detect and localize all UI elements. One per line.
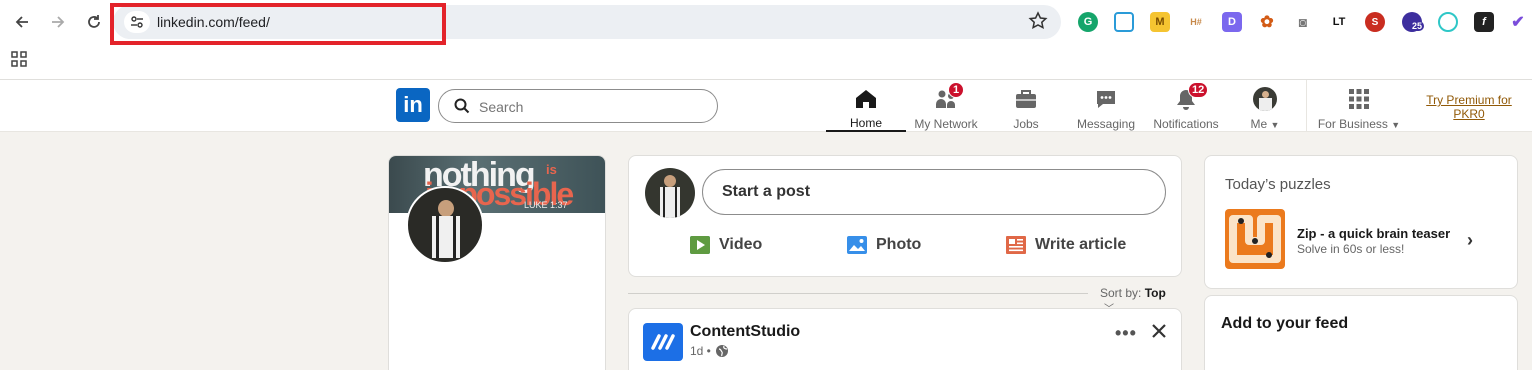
- d-icon[interactable]: D: [1222, 12, 1242, 32]
- video-icon: [690, 236, 710, 254]
- home-icon: [853, 86, 879, 111]
- graduation-icon[interactable]: 25: [1402, 12, 1425, 32]
- bell-icon: 12: [1173, 82, 1209, 112]
- apps-grid-icon[interactable]: [10, 50, 28, 73]
- feed-post-card: ContentStudio 1d • •••: [628, 308, 1182, 370]
- post-composer-card: Start a post Video Photo Write article: [628, 155, 1182, 277]
- composer-avatar[interactable]: [645, 168, 695, 218]
- article-label: Write article: [1035, 236, 1127, 253]
- screenshot-icon[interactable]: [1114, 12, 1134, 32]
- browser-toolbar: linkedin.com/feed/ G M H# D ✿ ◙ LT S 25 …: [0, 0, 1532, 80]
- nav-home-label: Home: [849, 116, 882, 130]
- close-icon[interactable]: [1149, 321, 1169, 346]
- f-icon[interactable]: f: [1474, 12, 1494, 32]
- nav-me-label: Me ▼: [1250, 117, 1280, 131]
- post-time: 1d •: [690, 344, 711, 358]
- flower-icon[interactable]: ✿: [1257, 12, 1277, 32]
- message-icon: [1093, 86, 1119, 112]
- smile-icon[interactable]: [1438, 12, 1458, 32]
- sort-value: Top: [1144, 286, 1166, 300]
- back-button[interactable]: [11, 11, 33, 33]
- notifications-badge: 12: [1188, 82, 1209, 98]
- nav-home[interactable]: Home: [826, 80, 906, 132]
- nav-my-network[interactable]: 1 My Network: [906, 80, 986, 132]
- caret-down-icon: ▼: [1270, 120, 1280, 130]
- try-premium-link[interactable]: Try Premium for PKR0: [1413, 93, 1525, 121]
- grammarly-icon[interactable]: G: [1078, 12, 1098, 32]
- sort-label: Sort by:: [1100, 286, 1142, 300]
- reload-button[interactable]: [83, 11, 105, 33]
- article-icon: [1006, 236, 1026, 254]
- post-author[interactable]: ContentStudio: [690, 323, 800, 341]
- m-icon[interactable]: M: [1150, 12, 1170, 32]
- nav-notifications[interactable]: 12 Notifications: [1146, 80, 1226, 132]
- photo-button[interactable]: Photo: [847, 236, 921, 254]
- search-input[interactable]: [479, 97, 699, 117]
- add-to-feed-card: Add to your feed: [1204, 295, 1518, 370]
- nav-messaging[interactable]: Messaging: [1066, 80, 1146, 132]
- header-divider: [1306, 80, 1307, 132]
- grid-icon: [1346, 86, 1372, 112]
- puzzles-card: Today’s puzzles Zip - a quick brain teas…: [1204, 155, 1518, 289]
- profile-avatar[interactable]: [406, 186, 484, 264]
- bookmark-star-icon[interactable]: [1028, 11, 1048, 36]
- zip-game-name[interactable]: Zip - a quick brain teaser: [1297, 226, 1450, 241]
- zip-game-subtitle: Solve in 60s or less!: [1297, 242, 1405, 256]
- avatar: [1252, 86, 1278, 112]
- video-button[interactable]: Video: [690, 236, 762, 254]
- nav-jobs[interactable]: Jobs: [986, 80, 1066, 132]
- search-box[interactable]: [438, 89, 718, 123]
- photo-icon: [847, 236, 867, 254]
- nav-messaging-label: Messaging: [1076, 117, 1136, 131]
- write-article-button[interactable]: Write article: [1006, 236, 1126, 254]
- network-badge: 1: [948, 82, 964, 98]
- seo-icon[interactable]: S: [1365, 12, 1385, 32]
- briefcase-icon: [1013, 86, 1039, 112]
- photo-label: Photo: [876, 236, 922, 253]
- check-icon[interactable]: ✔: [1508, 12, 1528, 32]
- forward-arrow-icon: [52, 16, 65, 28]
- chevron-right-icon[interactable]: ›: [1467, 230, 1473, 251]
- reload-icon: [88, 15, 100, 28]
- start-post-button[interactable]: Start a post: [702, 169, 1166, 215]
- video-label: Video: [719, 236, 763, 253]
- sort-divider: [628, 293, 1088, 294]
- nav-network-label: My Network: [914, 117, 978, 131]
- globe-icon: [715, 345, 728, 357]
- people-icon: 1: [933, 82, 964, 112]
- forward-button[interactable]: [47, 11, 69, 33]
- banner-is: is: [546, 162, 557, 177]
- nav-jobs-label: Jobs: [1013, 117, 1039, 131]
- nav-notifications-label: Notifications: [1153, 117, 1219, 131]
- back-arrow-icon: [15, 16, 28, 28]
- lt-icon[interactable]: LT: [1329, 12, 1349, 32]
- hashtag-icon[interactable]: H#: [1186, 12, 1206, 32]
- puzzles-title: Today’s puzzles: [1225, 176, 1331, 193]
- zip-game-icon[interactable]: [1225, 209, 1285, 269]
- banner-reference: LUKE 1:37: [524, 200, 568, 210]
- address-highlight-box: [110, 3, 446, 45]
- nav-for-business[interactable]: For Business ▼: [1314, 80, 1404, 132]
- linkedin-logo[interactable]: in: [396, 88, 430, 122]
- linkedin-header: in Home 1 My Network Jobs Messaging: [0, 80, 1532, 132]
- nav-me[interactable]: Me ▼: [1232, 80, 1298, 132]
- post-meta: 1d •: [690, 344, 729, 358]
- more-options-icon[interactable]: •••: [1115, 323, 1137, 344]
- add-feed-title: Add to your feed: [1221, 315, 1349, 332]
- camera-icon[interactable]: ◙: [1293, 12, 1313, 32]
- caret-down-icon: ▼: [1391, 120, 1401, 130]
- search-icon: [454, 98, 470, 119]
- profile-card: nothing is impossible LUKE 1:37: [388, 155, 606, 370]
- contentstudio-logo[interactable]: [643, 323, 683, 361]
- sort-row: Sort by: Top ﹀: [628, 284, 1182, 315]
- extension-badge: 25: [1410, 21, 1425, 31]
- nav-business-label: For Business ▼: [1317, 117, 1401, 131]
